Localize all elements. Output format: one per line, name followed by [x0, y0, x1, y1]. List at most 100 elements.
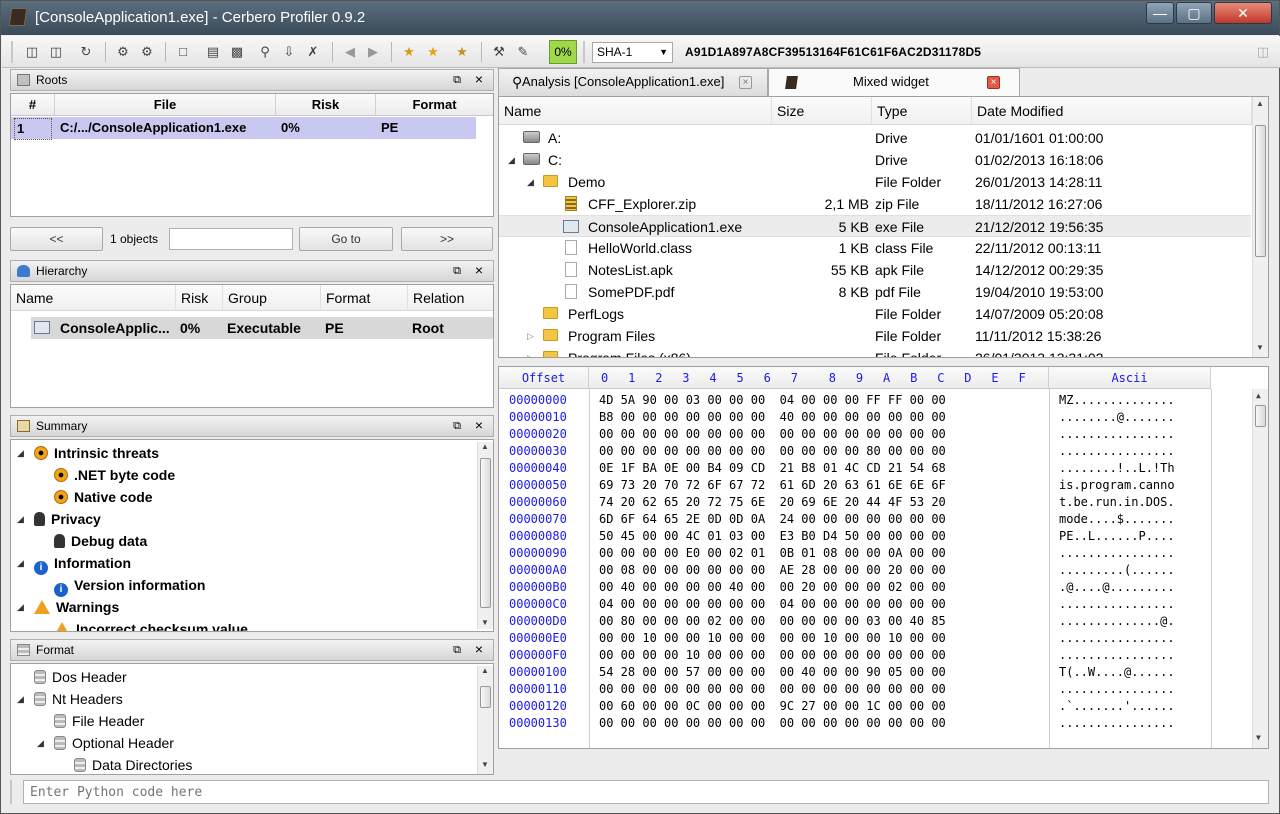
hash-algorithm-select[interactable]: SHA-1 ▼	[592, 42, 673, 63]
hex-row[interactable]: 000000A0 00 08 00 00 00 00 00 00 AE 28 00…	[499, 562, 1211, 579]
hierarchy-col-format[interactable]: Format	[321, 285, 408, 311]
remove-icon[interactable]: ✗	[304, 43, 322, 61]
save-icon[interactable]: ◫	[47, 43, 65, 61]
format-item-data-directories[interactable]: Data Directories	[74, 755, 192, 774]
expand-icon[interactable]: ▷	[527, 325, 534, 347]
copy-icon[interactable]: ◫	[1254, 43, 1272, 61]
summary-item-version-information[interactable]: i Version information	[54, 575, 205, 597]
roots-col-file[interactable]: File	[55, 94, 276, 116]
fs-col-date[interactable]: Date Modified	[972, 97, 1252, 125]
forward-arrow-icon[interactable]: ▶	[364, 43, 382, 61]
bookmark-manage-icon[interactable]: ★	[453, 43, 471, 61]
close-button[interactable]: ✕	[1214, 2, 1272, 24]
hex-row[interactable]: 000000E0 00 00 10 00 00 10 00 00 00 00 10…	[499, 630, 1211, 647]
hex-row[interactable]: 00000050 69 73 20 70 72 6F 67 72 61 6D 20…	[499, 477, 1211, 494]
fs-scrollbar[interactable]: ▲ ▼	[1252, 97, 1268, 357]
open-icon[interactable]: ◫	[23, 43, 41, 61]
back-arrow-icon[interactable]: ◀	[341, 43, 359, 61]
hierarchy-col-group[interactable]: Group	[223, 285, 321, 311]
close-panel-icon[interactable]: ×	[475, 415, 483, 435]
float-panel-icon[interactable]: ⧉	[453, 640, 461, 660]
summary-item-warnings[interactable]: ◢ Warnings	[17, 597, 119, 617]
hex-view[interactable]: Offset 0 1 2 3 4 5 6 7 8 9 A B C D E F Ascii 00000000 4D…	[498, 366, 1269, 749]
table-row[interactable]: ConsoleApplic... 0% Executable PE Root	[31, 317, 493, 339]
format-item-optional-header[interactable]: ◢ Optional Header	[37, 733, 174, 753]
fs-col-size[interactable]: Size	[772, 97, 872, 125]
hex-row[interactable]: 00000060 74 20 62 65 20 72 75 6E 20 69 6E…	[499, 494, 1211, 511]
float-panel-icon[interactable]: ⧉	[453, 70, 461, 90]
table-row[interactable]: SomePDF.pdf 8 KB pdf File 19/04/2010 19:…	[499, 281, 1251, 303]
table-row[interactable]: CFF_Explorer.zip 2,1 MB zip File 18/11/2…	[499, 193, 1251, 215]
hierarchy-col-relation[interactable]: Relation	[408, 285, 493, 311]
close-tab-icon[interactable]: ×	[987, 76, 1000, 89]
format-item-dos-header[interactable]: Dos Header	[34, 667, 127, 687]
hex-row[interactable]: 00000130 00 00 00 00 00 00 00 00 00 00 00…	[499, 715, 1211, 732]
zoom-in-icon[interactable]: ⚲	[256, 43, 274, 61]
maximize-button[interactable]: ▢	[1176, 2, 1212, 24]
hex-row[interactable]: 00000070 6D 6F 64 65 2E 0D 0D 0A 24 00 00…	[499, 511, 1211, 528]
table-row[interactable]: HelloWorld.class 1 KB class File 22/11/2…	[499, 237, 1251, 259]
summary-item-intrinsic-threats[interactable]: ◢ Intrinsic threats	[17, 443, 159, 463]
summary-item-debug-data[interactable]: Debug data	[54, 531, 147, 551]
fs-col-type[interactable]: Type	[872, 97, 972, 125]
expand-icon[interactable]: ▷	[527, 347, 534, 357]
table-row[interactable]: NotesList.apk 55 KB apk File 14/12/2012 …	[499, 259, 1251, 281]
summary-item-native-code[interactable]: Native code	[54, 487, 153, 507]
expand-icon[interactable]: ◢	[527, 171, 534, 193]
edit-icon[interactable]: ✎	[514, 43, 532, 61]
hex-row[interactable]: 000000D0 00 80 00 00 00 02 00 00 00 00 00…	[499, 613, 1211, 630]
format-item-file-header[interactable]: File Header	[54, 711, 144, 731]
goto-input[interactable]	[169, 228, 293, 250]
summary-item-net-byte-code[interactable]: .NET byte code	[54, 465, 175, 485]
refresh-icon[interactable]: ↻	[77, 43, 95, 61]
close-panel-icon[interactable]: ×	[475, 69, 483, 89]
hex-row[interactable]: 00000010 B8 00 00 00 00 00 00 00 40 00 00…	[499, 409, 1211, 426]
tab-mixed-widget[interactable]: Mixed widget ×	[768, 68, 1020, 96]
expand-icon[interactable]: ◢	[508, 149, 515, 171]
hex-row[interactable]: 00000110 00 00 00 00 00 00 00 00 00 00 00…	[499, 681, 1211, 698]
table-row[interactable]: ◢ Demo File Folder 26/01/2013 14:28:11	[499, 171, 1251, 193]
fs-col-name[interactable]: Name	[499, 97, 772, 125]
float-panel-icon[interactable]: ⧉	[453, 416, 461, 436]
hash-value[interactable]: A91D1A897A8CF39513164F61C61F6AC2D31178D5	[685, 45, 981, 59]
prev-page-button[interactable]: <<	[10, 227, 103, 251]
load-layout-icon[interactable]: ▩	[228, 43, 246, 61]
hex-row[interactable]: 00000120 00 60 00 00 0C 00 00 00 9C 27 00…	[499, 698, 1211, 715]
hex-row[interactable]: 000000C0 04 00 00 00 00 00 00 00 04 00 00…	[499, 596, 1211, 613]
gear-icon[interactable]: ⚙	[114, 43, 132, 61]
hex-row[interactable]: 00000080 50 45 00 00 4C 01 03 00 E3 B0 D4…	[499, 528, 1211, 545]
hex-row[interactable]: 00000100 54 28 00 00 57 00 00 00 00 40 00…	[499, 664, 1211, 681]
format-item-nt-headers[interactable]: ◢ Nt Headers	[17, 689, 123, 709]
hex-row[interactable]: 000000F0 00 00 00 00 10 00 00 00 00 00 00…	[499, 647, 1211, 664]
hierarchy-col-name[interactable]: Name	[11, 285, 176, 311]
bookmark-add-icon[interactable]: ★	[400, 43, 418, 61]
goto-button[interactable]: Go to	[299, 227, 393, 251]
table-row[interactable]: ◢ C: Drive 01/02/2013 16:18:06	[499, 149, 1251, 171]
summary-item-incorrect-checksum[interactable]: Incorrect checksum value	[54, 619, 248, 631]
minimize-button[interactable]: —	[1146, 2, 1174, 24]
hex-row[interactable]: 00000030 00 00 00 00 00 00 00 00 00 00 00…	[499, 443, 1211, 460]
format-scrollbar[interactable]: ▲ ▼	[477, 666, 493, 774]
table-row[interactable]: 1 C:/.../ConsoleApplication1.exe 0% PE	[11, 117, 476, 140]
hex-row[interactable]: 00000040 0E 1F BA 0E 00 B4 09 CD 21 B8 01…	[499, 460, 1211, 477]
python-grip[interactable]	[10, 780, 12, 804]
roots-col-num[interactable]: #	[11, 94, 55, 116]
save-layout-icon[interactable]: ▤	[204, 43, 222, 61]
table-row[interactable]: ▷ Program Files File Folder 11/11/2012 1…	[499, 325, 1251, 347]
hierarchy-col-risk[interactable]: Risk	[176, 285, 223, 311]
title-bar[interactable]: [ConsoleApplication1.exe] - Cerbero Prof…	[1, 1, 1279, 35]
hex-row[interactable]: 00000020 00 00 00 00 00 00 00 00 00 00 00…	[499, 426, 1211, 443]
tools-icon[interactable]: ⚒	[490, 43, 508, 61]
roots-col-risk[interactable]: Risk	[276, 94, 376, 116]
next-page-button[interactable]: >>	[401, 227, 493, 251]
table-row[interactable]: A: Drive 01/01/1601 01:00:00	[499, 127, 1251, 149]
close-panel-icon[interactable]: ×	[475, 260, 483, 280]
close-panel-icon[interactable]: ×	[475, 639, 483, 659]
float-panel-icon[interactable]: ⧉	[453, 261, 461, 281]
export-icon[interactable]: ⇩	[280, 43, 298, 61]
python-input[interactable]	[23, 780, 1269, 804]
hex-row[interactable]: 000000B0 00 40 00 00 00 00 40 00 00 20 00…	[499, 579, 1211, 596]
bookmark-icon[interactable]: ★	[424, 43, 442, 61]
hex-row[interactable]: 00000090 00 00 00 00 E0 00 02 01 0B 01 08…	[499, 545, 1211, 562]
window-icon[interactable]: □	[174, 43, 192, 61]
